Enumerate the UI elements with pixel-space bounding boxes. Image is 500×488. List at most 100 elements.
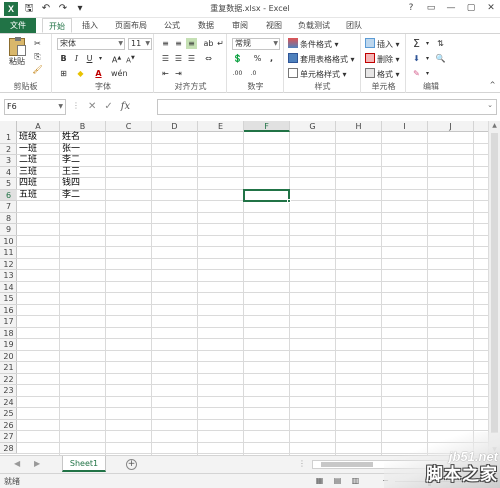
row-header[interactable]: 11 (0, 247, 17, 259)
tab-page-layout[interactable]: 页面布局 (111, 18, 151, 33)
column-header-d[interactable]: D (152, 121, 198, 132)
cell-area[interactable]: 班级 姓名 一班 张一 二班 李二 三班 王三 四班 钱四 五班 李二 (17, 132, 488, 455)
font-size-select[interactable]: 11 ▼ (128, 38, 152, 50)
chevron-down-icon[interactable]: ▾ (422, 38, 433, 49)
select-all-corner[interactable] (0, 121, 17, 132)
row-header[interactable]: 14 (0, 282, 17, 293)
tab-view[interactable]: 视图 (261, 18, 287, 33)
orientation-icon[interactable]: ab (203, 38, 214, 49)
align-top-icon[interactable]: ≡ (160, 38, 171, 49)
increase-indent-icon[interactable]: ⇥ (173, 68, 184, 79)
next-sheet-icon[interactable]: ▶ (34, 459, 40, 468)
row-header[interactable]: 23 (0, 385, 17, 397)
border-icon[interactable]: ⊞ (58, 68, 69, 79)
italic-icon[interactable]: I (71, 53, 82, 64)
cell-class[interactable]: 二班 (17, 155, 37, 166)
maximize-button[interactable]: ▢ (464, 1, 478, 15)
clear-icon[interactable]: ✎ (411, 68, 422, 79)
minimize-button[interactable]: — (444, 1, 458, 15)
row-header[interactable]: 20 (0, 351, 17, 362)
insert-cells-button[interactable]: 插入 ▾ (365, 38, 400, 50)
align-left-icon[interactable]: ☰ (160, 53, 171, 64)
row-header[interactable]: 9 (0, 224, 17, 236)
underline-icon[interactable]: U (84, 53, 95, 64)
cell-styles-button[interactable]: 单元格样式 ▾ (288, 68, 347, 80)
cell-class[interactable]: 五班 (17, 190, 37, 201)
ribbon-display-button[interactable]: ▭ (424, 1, 438, 15)
cell-class[interactable]: 一班 (17, 144, 37, 155)
decrease-font-icon[interactable]: A▼ (125, 53, 136, 64)
tab-review[interactable]: 审阅 (227, 18, 253, 33)
copy-icon[interactable]: ⎘ (32, 51, 43, 62)
fill-color-icon[interactable]: ◆ (75, 68, 86, 79)
row-header[interactable]: 28 (0, 443, 17, 454)
fill-icon[interactable]: ⬇ (411, 53, 422, 64)
tab-load-test[interactable]: 负载测试 (294, 18, 334, 33)
chevron-down-icon[interactable]: ▾ (422, 68, 433, 79)
add-sheet-icon[interactable]: + (126, 459, 137, 470)
row-header[interactable]: 13 (0, 270, 17, 282)
cancel-icon[interactable]: ✕ (88, 99, 96, 115)
row-header[interactable]: 19 (0, 339, 17, 351)
column-header-c[interactable]: C (106, 121, 152, 132)
font-name-select[interactable]: 宋体 ▼ (57, 38, 125, 50)
tab-data[interactable]: 数据 (193, 18, 219, 33)
row-header[interactable]: 8 (0, 213, 17, 224)
vertical-scroll-thumb[interactable] (491, 133, 498, 433)
tab-home[interactable]: 开始 (42, 18, 72, 33)
collapse-ribbon-icon[interactable]: ^ (487, 80, 498, 91)
bold-icon[interactable]: B (58, 53, 69, 64)
selected-cell[interactable] (243, 188, 291, 203)
tab-insert[interactable]: 插入 (77, 18, 103, 33)
increase-decimal-icon[interactable]: .00 (232, 68, 243, 79)
tab-formulas[interactable]: 公式 (159, 18, 185, 33)
delete-cells-button[interactable]: 删除 ▾ (365, 53, 400, 65)
cell-name[interactable]: 姓名 (60, 132, 80, 143)
row-header[interactable]: 17 (0, 316, 17, 328)
paste-button[interactable]: 粘贴 (6, 37, 28, 66)
align-bottom-icon[interactable]: ≡ (186, 38, 197, 49)
tab-split-icon[interactable]: ⋮ (298, 459, 306, 468)
tab-team[interactable]: 团队 (341, 18, 367, 33)
row-header[interactable]: 7 (0, 201, 17, 213)
row-header[interactable]: 10 (0, 236, 17, 247)
row-header[interactable]: 25 (0, 408, 17, 420)
cell-name[interactable]: 张一 (60, 144, 80, 155)
tab-file[interactable]: 文件 (0, 18, 36, 33)
row-header[interactable]: 21 (0, 362, 17, 374)
name-box[interactable]: F6 ▼ (4, 99, 66, 115)
cell-name[interactable]: 李二 (60, 190, 80, 201)
row-header[interactable]: 27 (0, 431, 17, 443)
close-button[interactable]: ✕ (484, 1, 498, 15)
format-painter-icon[interactable]: 🖌 (32, 64, 43, 75)
row-header[interactable]: 6 (0, 189, 17, 201)
align-center-icon[interactable]: ☰ (173, 53, 184, 64)
conditional-formatting-button[interactable]: 条件格式 ▾ (288, 38, 339, 50)
currency-icon[interactable]: 💲 (232, 53, 243, 64)
phonetic-icon[interactable]: wén (111, 68, 128, 79)
page-layout-view-icon[interactable]: ▤ (332, 476, 343, 486)
autosum-icon[interactable]: Σ (411, 38, 422, 49)
cell-class[interactable]: 三班 (17, 167, 37, 178)
column-header-b[interactable]: B (60, 121, 106, 132)
row-header[interactable]: 3 (0, 155, 17, 167)
cut-icon[interactable]: ✂ (32, 38, 43, 49)
chevron-down-icon[interactable]: ▾ (422, 53, 433, 64)
cell-name[interactable]: 王三 (60, 167, 80, 178)
cell-name[interactable]: 李二 (60, 155, 80, 166)
row-header[interactable]: 2 (0, 144, 17, 155)
row-header[interactable]: 18 (0, 328, 17, 339)
sheet-tab-sheet1[interactable]: Sheet1 (62, 456, 106, 472)
row-header[interactable]: 12 (0, 259, 17, 270)
column-header-e[interactable]: E (198, 121, 244, 132)
formula-input[interactable]: ⌄ (157, 99, 497, 115)
merge-center-icon[interactable]: ⇔ (203, 53, 214, 64)
format-as-table-button[interactable]: 套用表格格式 ▾ (288, 53, 355, 65)
decrease-decimal-icon[interactable]: .0 (248, 68, 259, 79)
decrease-indent-icon[interactable]: ⇤ (160, 68, 171, 79)
chevron-down-icon[interactable]: ▾ (95, 53, 106, 64)
normal-view-icon[interactable]: ▦ (314, 476, 325, 486)
percent-icon[interactable]: % (252, 53, 263, 64)
column-header-j[interactable]: J (428, 121, 474, 132)
formula-bar-grip-icon[interactable]: ⋮ (72, 101, 80, 110)
